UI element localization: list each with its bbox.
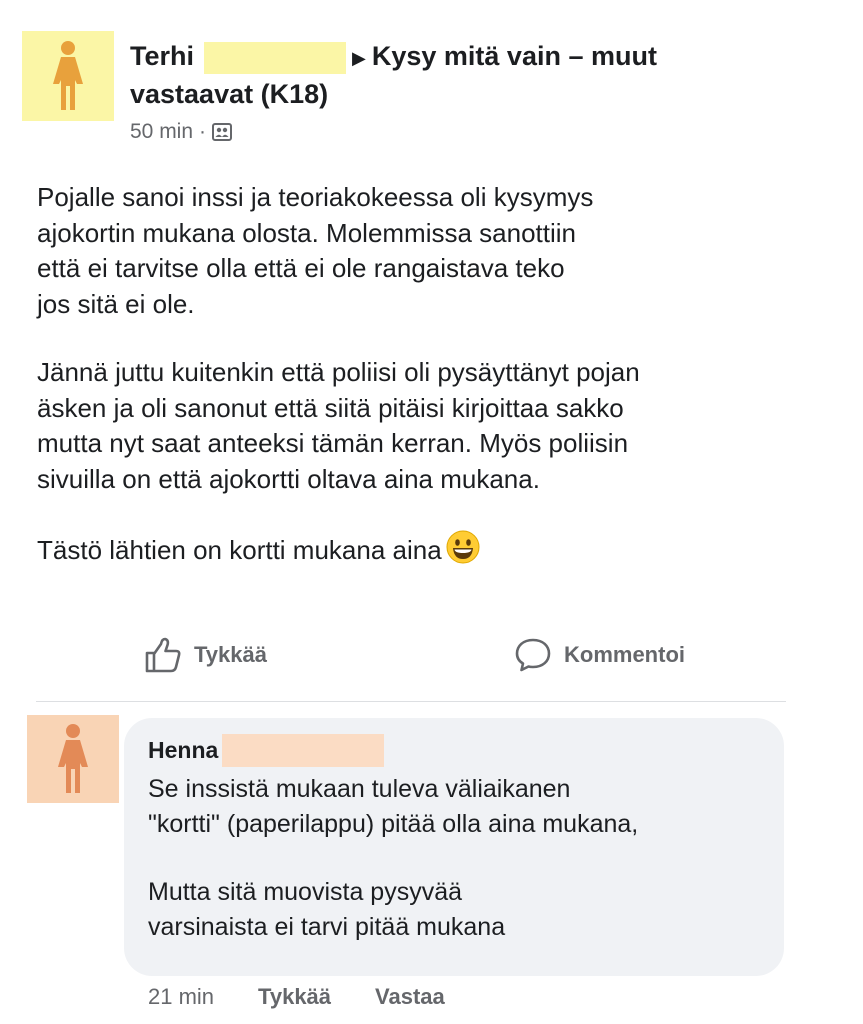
post-actions: Tykkää Kommentoi — [0, 636, 863, 682]
divider — [36, 701, 786, 702]
post-paragraph: Jännä juttu kuitenkin että poliisi oli p… — [37, 357, 640, 494]
post-author-name[interactable]: Terhi — [130, 41, 194, 71]
post-time[interactable]: 50 min — [130, 120, 193, 144]
comment-author-name[interactable]: Henna — [148, 737, 218, 764]
thumbs-up-icon — [145, 637, 181, 673]
like-button[interactable]: Tykkää — [144, 636, 267, 674]
redacted-name — [222, 734, 385, 767]
redacted-name — [204, 41, 347, 74]
comment-text: Se inssistä mukaan tuleva väliaikanen "k… — [148, 772, 768, 978]
comment-label: Kommentoi — [564, 642, 685, 667]
comment-author-avatar[interactable] — [27, 715, 119, 803]
triangle-right-icon: ▶ — [352, 47, 366, 68]
comment-author: Henna — [148, 734, 385, 767]
comment-meta: 21 min Tykkää Vastaa — [148, 984, 489, 1010]
group-audience-icon — [212, 123, 233, 141]
post-header: Terhi ▶ Kysy mitä vain – muut vastaavat (K… — [130, 38, 730, 112]
speech-bubble-icon — [515, 638, 551, 672]
woman-icon — [58, 724, 88, 793]
grinning-face-icon — [446, 530, 480, 574]
post-body: Pojalle sanoi inssi ja teoriakokeessa ol… — [37, 180, 827, 607]
meta-separator: · — [199, 120, 207, 143]
comment-like-button[interactable]: Tykkää — [258, 984, 331, 1010]
comment-time[interactable]: 21 min — [148, 984, 214, 1010]
post-author-avatar[interactable] — [22, 31, 114, 121]
comment-paragraph: Se inssistä mukaan tuleva väliaikanen "k… — [148, 775, 639, 838]
comment-paragraph: Mutta sitä muovista pysyvää varsinaista … — [148, 878, 506, 941]
woman-icon — [53, 41, 83, 110]
post-paragraph: Pojalle sanoi inssi ja teoriakokeessa ol… — [37, 182, 594, 319]
post-last-line: Tästö lähtien on kortti mukana aina — [37, 530, 827, 574]
post-meta: 50 min · — [130, 120, 233, 144]
comment-reply-button[interactable]: Vastaa — [375, 984, 445, 1010]
comment-bubble: Henna Se inssistä mukaan tuleva väliaika… — [124, 718, 784, 976]
post-last-line-text: Tästö lähtien on kortti mukana aina — [37, 535, 442, 565]
comment-button[interactable]: Kommentoi — [514, 636, 685, 674]
like-label: Tykkää — [194, 642, 267, 667]
